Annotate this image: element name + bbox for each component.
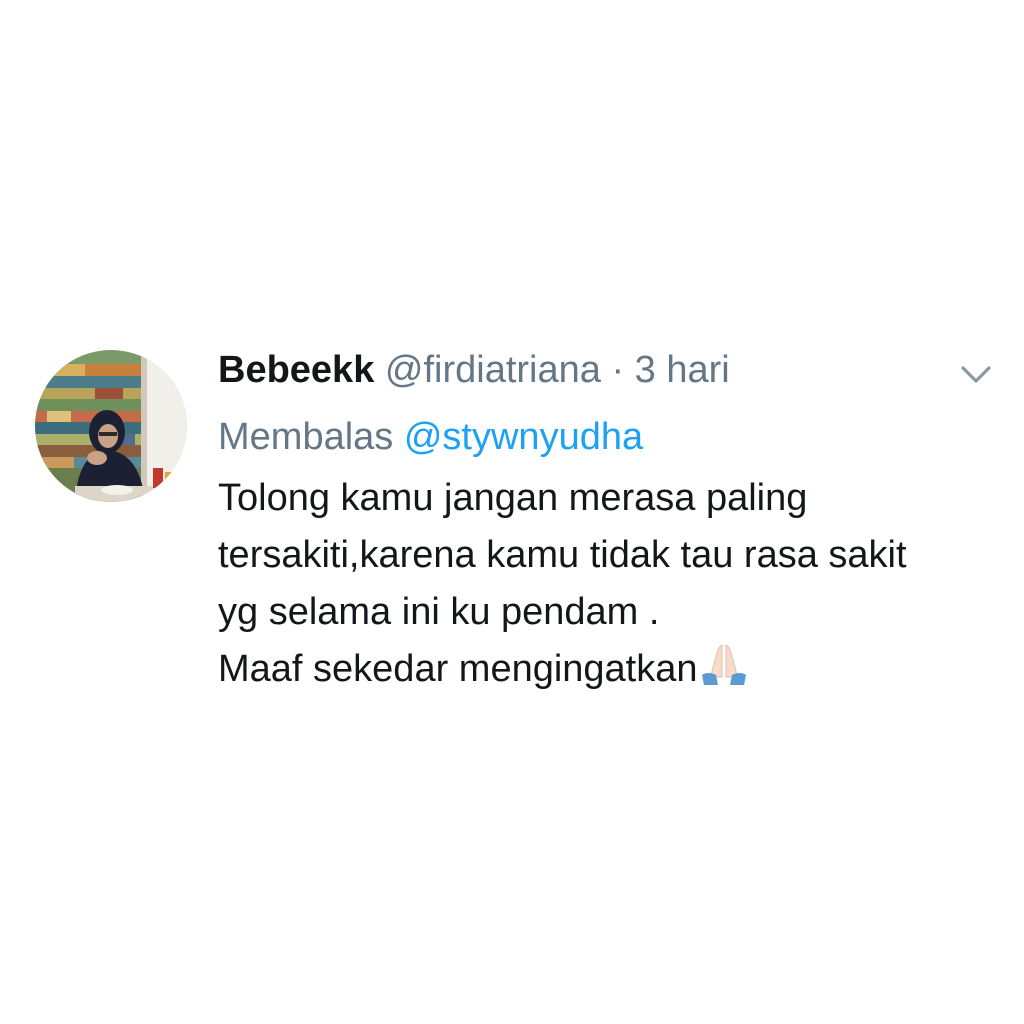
profile-photo-image	[35, 350, 187, 502]
tweet-text-line: tersakiti,karena kamu tidak tau rasa sak…	[218, 534, 907, 576]
reply-context: Membalas @stywnyudha	[218, 412, 643, 462]
tweet-header: Bebeekk @firdiatriana · 3 hari	[218, 345, 730, 395]
separator-dot: ·	[611, 349, 625, 391]
timestamp[interactable]: 3 hari	[635, 349, 730, 391]
tweet-text-line-content: Maaf sekedar mengingatkan	[218, 648, 698, 690]
reply-prefix: Membalas	[218, 416, 394, 458]
tweet-text: Tolong kamu jangan merasa paling tersaki…	[218, 470, 1008, 698]
folded-hands-icon	[698, 641, 750, 687]
user-handle[interactable]: @firdiatriana	[385, 349, 601, 391]
avatar[interactable]	[35, 350, 187, 502]
tweet-text-line: yg selama ini ku pendam .	[218, 591, 660, 633]
chevron-down-icon[interactable]	[956, 360, 996, 390]
reply-to-handle[interactable]: @stywnyudha	[404, 416, 643, 458]
tweet-text-line: Maaf sekedar mengingatkan	[218, 641, 1008, 698]
display-name[interactable]: Bebeekk	[218, 349, 374, 391]
tweet-card[interactable]: Bebeekk @firdiatriana · 3 hari Membalas …	[0, 0, 1024, 1024]
tweet-text-line: Tolong kamu jangan merasa paling	[218, 477, 808, 519]
